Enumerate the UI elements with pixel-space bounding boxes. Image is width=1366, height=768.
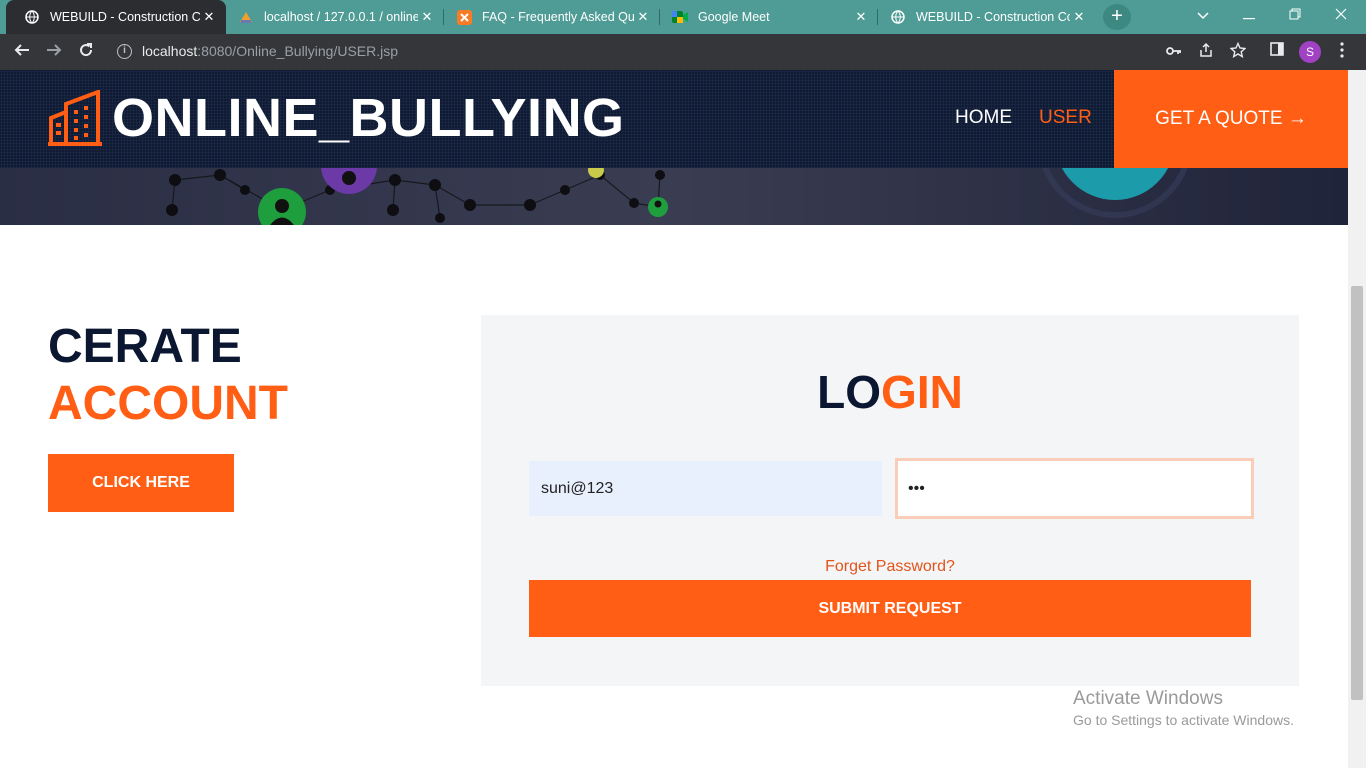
hero-banner: ONLINE_BULLYING HOME USER GET A QUOTE → bbox=[0, 70, 1348, 225]
browser-tab[interactable]: localhost / 127.0.0.1 / online ✕ bbox=[226, 0, 444, 34]
browser-tab-strip: WEBUILD - Construction Com ✕ localhost /… bbox=[0, 0, 1366, 34]
browser-tab[interactable]: WEBUILD - Construction Com ✕ bbox=[6, 0, 226, 34]
reload-icon[interactable] bbox=[74, 40, 98, 64]
login-panel: LOGIN suni@123 ••• Forget Password? SUBM… bbox=[481, 315, 1299, 686]
username-input[interactable]: suni@123 bbox=[529, 461, 882, 516]
share-icon[interactable] bbox=[1196, 42, 1216, 62]
brand-name[interactable]: ONLINE_BULLYING bbox=[112, 87, 625, 149]
minimize-icon[interactable] bbox=[1226, 0, 1272, 30]
phpmyadmin-icon bbox=[238, 9, 254, 25]
browser-tab[interactable]: Google Meet ✕ bbox=[660, 0, 878, 34]
google-meet-icon bbox=[672, 9, 688, 25]
scrollbar-thumb[interactable] bbox=[1351, 286, 1363, 700]
nav-link-home[interactable]: HOME bbox=[955, 107, 1012, 129]
tab-title: FAQ - Frequently Asked Que bbox=[482, 10, 634, 24]
address-bar[interactable]: localhost:8080/Online_Bullying/USER.jsp bbox=[142, 43, 398, 59]
nav-link-user[interactable]: USER bbox=[1039, 107, 1092, 129]
close-tab-icon[interactable]: ✕ bbox=[1070, 9, 1088, 25]
watermark-subtitle: Go to Settings to activate Windows. bbox=[1073, 712, 1294, 728]
restore-icon[interactable] bbox=[1272, 0, 1318, 30]
activate-windows-watermark: Activate Windows Go to Settings to activ… bbox=[1073, 688, 1294, 728]
tab-search-icon[interactable] bbox=[1180, 0, 1226, 30]
password-input[interactable]: ••• bbox=[895, 458, 1254, 519]
url-host: localhost bbox=[142, 43, 198, 59]
get-a-quote-button[interactable]: GET A QUOTE → bbox=[1114, 70, 1348, 168]
building-logo-icon[interactable] bbox=[48, 90, 102, 146]
site-info-icon[interactable]: i bbox=[117, 44, 132, 59]
forward-icon[interactable] bbox=[42, 40, 66, 64]
login-title-part1: LO bbox=[817, 366, 882, 418]
close-tab-icon[interactable]: ✕ bbox=[200, 9, 218, 25]
tab-title: WEBUILD - Construction Com bbox=[50, 10, 200, 24]
new-tab-button[interactable]: + bbox=[1103, 4, 1131, 30]
page-scrollbar[interactable] bbox=[1348, 70, 1366, 768]
tab-title: Google Meet bbox=[698, 10, 770, 24]
click-here-button[interactable]: CLICK HERE bbox=[48, 454, 234, 512]
close-tab-icon[interactable]: ✕ bbox=[418, 9, 436, 25]
bookmark-star-icon[interactable] bbox=[1228, 41, 1248, 62]
browser-tab[interactable]: WEBUILD - Construction Com ✕ bbox=[878, 0, 1096, 34]
xampp-icon bbox=[456, 9, 472, 25]
close-tab-icon[interactable]: ✕ bbox=[852, 9, 870, 25]
submit-request-button[interactable]: SUBMIT REQUEST bbox=[529, 580, 1251, 637]
page-viewport: ONLINE_BULLYING HOME USER GET A QUOTE → … bbox=[0, 70, 1348, 768]
tab-title: localhost / 127.0.0.1 / online bbox=[264, 10, 418, 24]
create-heading-line2: ACCOUNT bbox=[48, 377, 288, 430]
forget-password-link[interactable]: Forget Password? bbox=[481, 558, 1299, 576]
globe-icon bbox=[890, 9, 906, 25]
url-path: :8080/Online_Bullying/USER.jsp bbox=[197, 43, 399, 59]
globe-icon bbox=[24, 9, 40, 25]
site-navbar: ONLINE_BULLYING HOME USER GET A QUOTE → bbox=[0, 70, 1348, 168]
more-menu-icon[interactable] bbox=[1332, 42, 1352, 62]
create-heading-line1: CERATE bbox=[48, 320, 242, 373]
login-title: LOGIN bbox=[481, 365, 1299, 419]
browser-toolbar: i localhost:8080/Online_Bullying/USER.js… bbox=[0, 34, 1366, 70]
back-icon[interactable] bbox=[10, 40, 34, 64]
login-title-part2: GIN bbox=[881, 366, 963, 418]
password-key-icon[interactable] bbox=[1164, 42, 1184, 62]
watermark-title: Activate Windows bbox=[1073, 688, 1223, 709]
close-window-icon[interactable] bbox=[1318, 0, 1364, 30]
tab-title: WEBUILD - Construction Com bbox=[916, 10, 1070, 24]
profile-avatar[interactable]: S bbox=[1299, 41, 1321, 63]
browser-tab[interactable]: FAQ - Frequently Asked Que ✕ bbox=[444, 0, 660, 34]
close-tab-icon[interactable]: ✕ bbox=[634, 9, 652, 25]
side-panel-icon[interactable] bbox=[1267, 42, 1287, 62]
